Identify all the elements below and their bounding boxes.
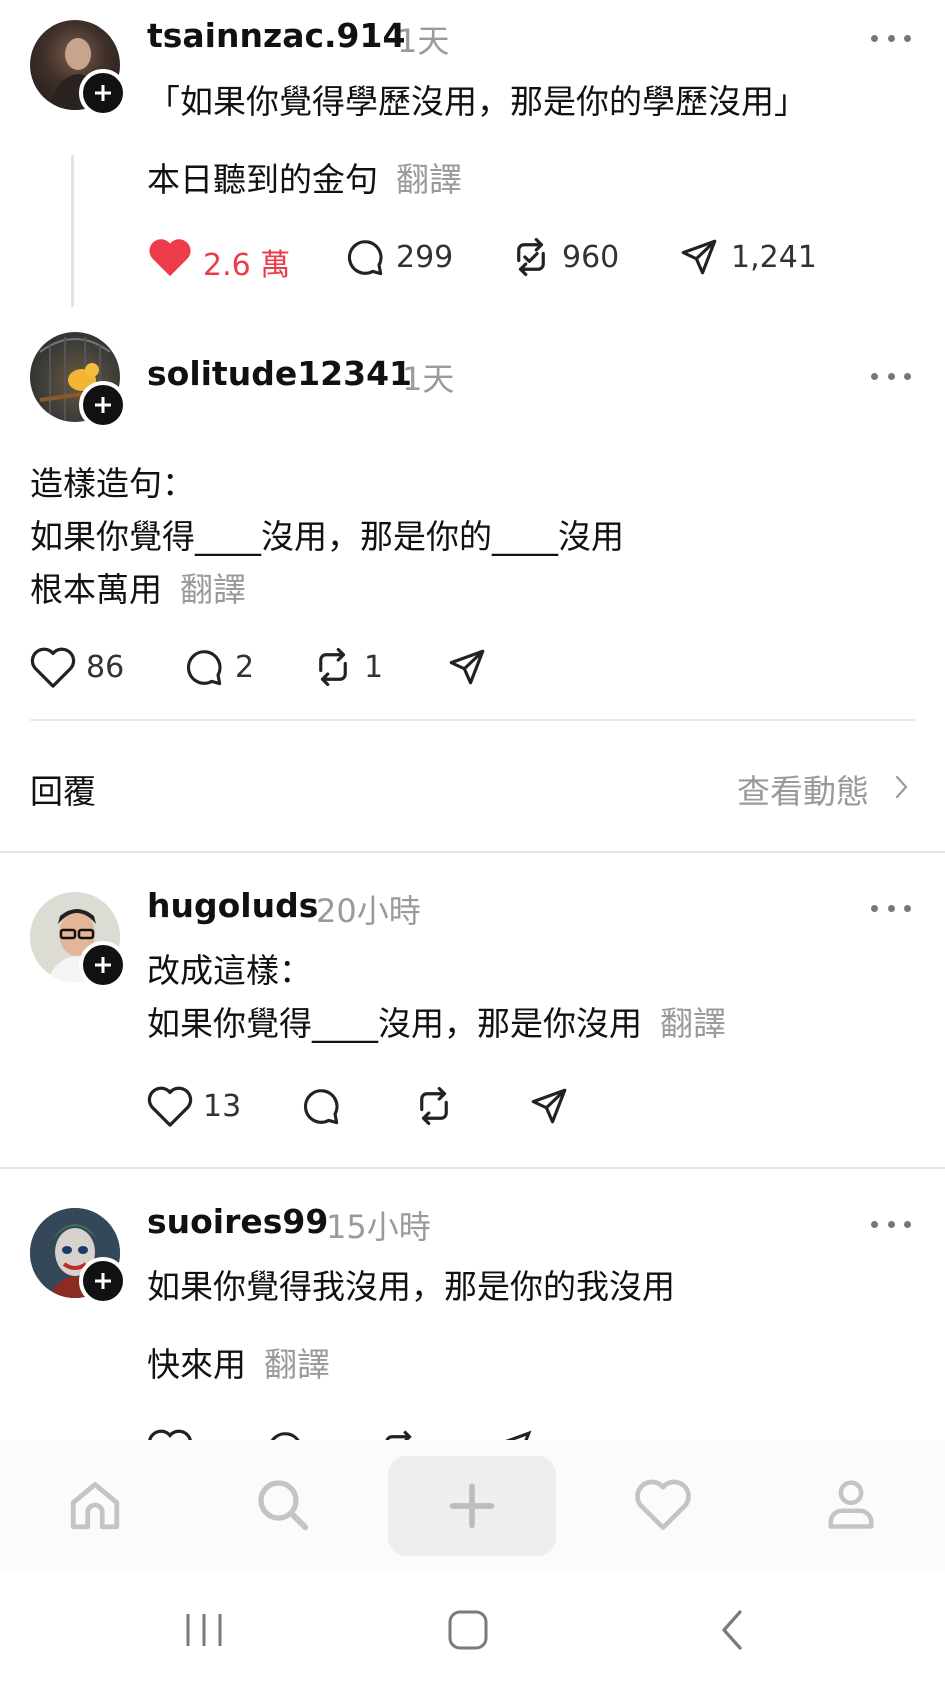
share-count: 1,241 (731, 240, 817, 275)
action-row-clipped (0, 1420, 945, 1440)
follow-plus-icon[interactable] (79, 1257, 127, 1305)
comment-icon[interactable] (182, 646, 224, 688)
view-activity-link[interactable]: 查看動態 (737, 765, 869, 813)
timestamp: 15小時 (326, 1208, 431, 1246)
timestamp: 20小時 (316, 892, 421, 930)
post-text: 如果你覺得____沒用，那是你沒用 翻譯 (147, 1004, 726, 1043)
bottom-nav (0, 1440, 945, 1570)
heart-icon[interactable] (147, 236, 193, 278)
translate-link[interactable]: 翻譯 (660, 1004, 726, 1043)
follow-plus-icon[interactable] (79, 941, 127, 989)
heart-icon[interactable] (147, 1428, 193, 1440)
comment-count: 2 (235, 650, 255, 685)
section-divider (0, 851, 945, 853)
share-icon[interactable] (492, 1428, 534, 1440)
more-options-icon[interactable] (871, 1218, 911, 1230)
username[interactable]: solitude12341 (147, 354, 412, 393)
thread-line (71, 155, 74, 307)
post-text: 「如果你覺得學歷沒用，那是你的學歷沒用」 (147, 82, 807, 121)
heart-icon[interactable] (30, 646, 76, 688)
section-divider (0, 1167, 945, 1169)
share-icon[interactable] (678, 236, 720, 278)
post-text: 如果你覺得____沒用，那是你的____沒用 (30, 517, 624, 556)
heart-icon[interactable] (147, 1085, 193, 1127)
translate-link[interactable]: 翻譯 (396, 160, 462, 199)
system-nav (0, 1570, 945, 1685)
reply-button[interactable]: 回覆 (30, 765, 96, 813)
translate-link[interactable]: 翻譯 (180, 570, 246, 609)
heart-icon[interactable] (634, 1478, 692, 1530)
like-count: 13 (203, 1089, 242, 1124)
like-count: 2.6 萬 (203, 248, 291, 283)
repost-icon[interactable] (378, 1428, 420, 1440)
repost-icon[interactable] (312, 646, 354, 688)
post-text: 如果你覺得我沒用，那是你的我沒用 (147, 1267, 675, 1306)
username[interactable]: hugoluds (147, 886, 318, 925)
home-square-icon[interactable] (446, 1608, 490, 1652)
more-options-icon[interactable] (871, 902, 911, 914)
comment-icon[interactable] (299, 1085, 341, 1127)
repost-icon[interactable] (510, 236, 552, 278)
follow-plus-icon[interactable] (79, 69, 127, 117)
timestamp: 1天 (397, 22, 450, 60)
username[interactable]: suoires99 (147, 1202, 328, 1241)
share-icon[interactable] (528, 1085, 570, 1127)
timestamp: 1天 (402, 360, 455, 398)
repost-count: 1 (364, 650, 384, 685)
back-icon[interactable] (718, 1608, 748, 1652)
repost-count: 960 (562, 240, 620, 275)
comment-count: 299 (396, 240, 454, 275)
comment-icon[interactable] (263, 1428, 305, 1440)
like-count: 86 (86, 650, 125, 685)
profile-icon[interactable] (824, 1476, 878, 1532)
post-text: 造樣造句： (30, 464, 195, 503)
username[interactable]: tsainnzac.914 (147, 16, 405, 55)
post-text: 快來用 翻譯 (147, 1345, 330, 1384)
post-text: 根本萬用 翻譯 (30, 570, 246, 609)
comment-icon[interactable] (343, 236, 385, 278)
divider (30, 719, 915, 721)
search-icon[interactable] (254, 1476, 310, 1532)
recents-icon[interactable] (182, 1610, 226, 1650)
more-options-icon[interactable] (871, 370, 911, 382)
share-icon[interactable] (446, 646, 488, 688)
translate-link[interactable]: 翻譯 (264, 1345, 330, 1384)
create-button[interactable] (388, 1456, 556, 1556)
follow-plus-icon[interactable] (79, 381, 127, 429)
home-icon[interactable] (66, 1478, 124, 1532)
plus-icon (449, 1483, 495, 1529)
chevron-right-icon[interactable] (890, 772, 912, 802)
post-text: 改成這樣： (147, 951, 312, 990)
more-options-icon[interactable] (871, 32, 911, 44)
repost-icon[interactable] (413, 1085, 455, 1127)
post-text: 本日聽到的金句 翻譯 (147, 160, 462, 199)
